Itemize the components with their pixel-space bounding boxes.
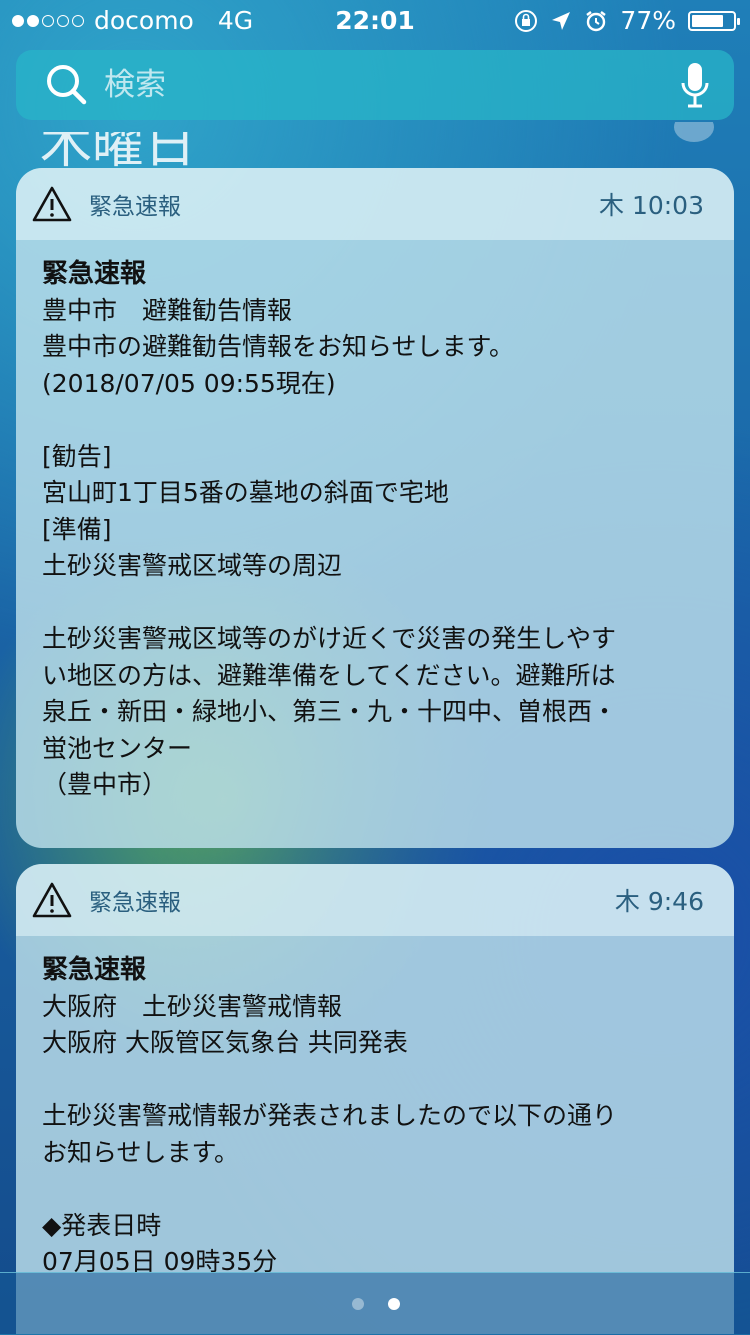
- notification-line: （豊中市）: [42, 770, 168, 799]
- notification-line: [準備]: [42, 514, 112, 544]
- notification-card[interactable]: 緊急速報 木 9:46 緊急速報 大阪府 土砂災害警戒情報 大阪府 大阪管区気象…: [16, 864, 734, 1334]
- notification-app-name: 緊急速報: [89, 890, 181, 916]
- notification-line: ◆発表日時: [42, 1210, 162, 1240]
- notification-line: 泉丘・新田・緑地小、第三・九・十四中、曽根西・: [42, 697, 618, 726]
- notification-line: [勧告]: [42, 441, 112, 471]
- notification-blank-line: [42, 1062, 708, 1099]
- status-bar: docomo 4G 22:01 77%: [0, 0, 750, 40]
- page-indicator-bar: [0, 1272, 750, 1335]
- location-icon: [552, 11, 571, 30]
- notification-body: 緊急速報 大阪府 土砂災害警戒情報 大阪府 大阪管区気象台 共同発表 土砂災害警…: [16, 936, 734, 1281]
- notification-line: い地区の方は、避難準備をしてください。避難所は: [42, 660, 616, 690]
- notification-line: 蛍池センター: [42, 733, 193, 763]
- notification-line: 土砂災害警戒区域等の周辺: [42, 551, 343, 580]
- notification-blank-line: [42, 1171, 708, 1208]
- page-dot[interactable]: [352, 1298, 364, 1310]
- notification-line: 土砂災害警戒情報が発表されましたので以下の通り: [42, 1101, 618, 1130]
- notification-time: 木 9:46: [614, 887, 704, 916]
- page-dot-active[interactable]: [388, 1298, 400, 1310]
- notification-line: (2018/07/05 09:55現在): [42, 368, 336, 398]
- battery-icon: [688, 10, 740, 31]
- notification-card[interactable]: 緊急速報 木 10:03 緊急速報 豊中市 避難勧告情報 豊中市の避難勧告情報を…: [16, 168, 734, 848]
- page-indicator[interactable]: [352, 1298, 400, 1310]
- notification-app-name: 緊急速報: [89, 194, 181, 220]
- status-right: 77%: [514, 6, 740, 35]
- notification-blank-line: [42, 585, 708, 622]
- search-icon: [47, 65, 87, 105]
- warning-icon: [32, 882, 72, 918]
- notification-line: 大阪府 土砂災害警戒情報: [42, 991, 343, 1021]
- warning-icon: [32, 186, 72, 222]
- notification-time: 木 10:03: [599, 191, 704, 220]
- notification-line: 宮山町1丁目5番の墓地の斜面で宅地: [42, 478, 449, 507]
- battery-percent: 77%: [620, 6, 676, 35]
- alarm-icon: [586, 10, 607, 31]
- notification-header: 緊急速報 木 9:46: [16, 864, 734, 936]
- notification-title: 緊急速報: [42, 259, 147, 289]
- notification-line: 大阪府 大阪管区気象台 共同発表: [42, 1028, 408, 1057]
- rotation-lock-icon: [515, 9, 538, 32]
- notification-blank-line: [42, 402, 708, 439]
- search-input[interactable]: [102, 54, 680, 116]
- search-bar[interactable]: [16, 50, 734, 120]
- notification-line: 豊中市 避難勧告情報: [42, 295, 293, 325]
- notification-line: 土砂災害警戒区域等のがけ近くで災害の発生しやす: [42, 624, 617, 653]
- notification-line: 豊中市の避難勧告情報をお知らせします。: [42, 332, 515, 361]
- notification-body: 緊急速報 豊中市 避難勧告情報 豊中市の避難勧告情報をお知らせします。 (201…: [16, 240, 734, 804]
- notification-header: 緊急速報 木 10:03: [16, 168, 734, 240]
- notification-line: お知らせします。: [42, 1137, 240, 1167]
- microphone-icon[interactable]: [680, 61, 710, 109]
- notification-title: 緊急速報: [42, 955, 147, 985]
